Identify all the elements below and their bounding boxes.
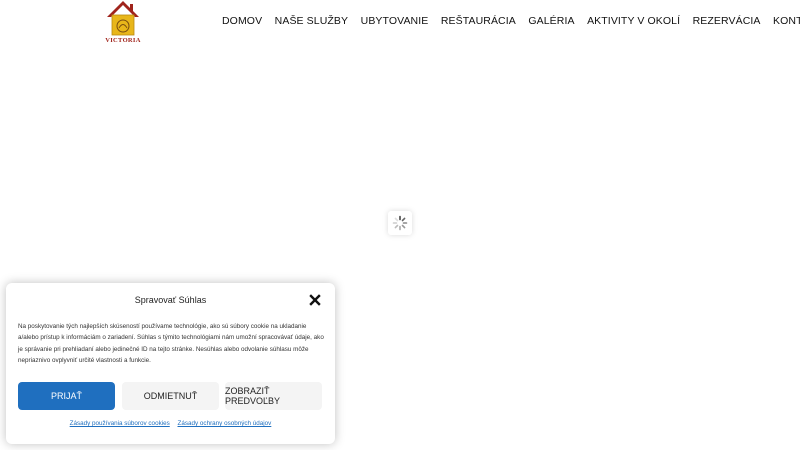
cookie-links: Zásady používania súborov cookies Zásady… [6, 420, 335, 427]
site-logo[interactable]: VICTORIA [104, 0, 142, 46]
preferences-button[interactable]: Zobraziť predvoľby [225, 382, 322, 410]
spinner-icon [392, 215, 408, 231]
nav-item-ubytovanie[interactable]: UBYTOVANIE [361, 14, 429, 28]
nav-item-kontakt[interactable]: KONTAKT [773, 14, 800, 28]
logo-text: VICTORIA [105, 37, 141, 44]
nav-item-nase-sluzby[interactable]: NAŠE SLUŽBY [275, 14, 348, 28]
nav-item-domov[interactable]: DOMOV [222, 14, 262, 28]
cookie-title: Spravovať Súhlas [134, 295, 207, 305]
site-header: VICTORIA DOMOV NAŠE SLUŽBY UBYTOVANIE RE… [0, 0, 800, 46]
page-loader [388, 211, 412, 235]
nav-item-aktivity[interactable]: AKTIVITY V OKOLÍ [587, 14, 680, 28]
main-nav: DOMOV NAŠE SLUŽBY UBYTOVANIE REŠTAURÁCIA… [222, 14, 800, 28]
house-logo-icon [107, 1, 139, 36]
close-icon[interactable] [308, 293, 322, 307]
cookie-policy-link[interactable]: Zásady používania súborov cookies [70, 420, 170, 427]
nav-item-galeria[interactable]: GALÉRIA [528, 14, 574, 28]
cookie-consent-dialog: Spravovať Súhlas Na poskytovanie tých na… [6, 283, 335, 444]
accept-button[interactable]: Prijať [18, 382, 115, 410]
privacy-policy-link[interactable]: Zásady ochrany osobných údajov [178, 420, 272, 427]
cookie-message: Na poskytovanie tých najlepších skúsenos… [18, 323, 324, 364]
nav-item-rezervacia[interactable]: REZERVÁCIA [693, 14, 761, 28]
deny-button[interactable]: Odmietnuť [122, 382, 219, 410]
nav-item-restauracia[interactable]: REŠTAURÁCIA [441, 14, 516, 28]
